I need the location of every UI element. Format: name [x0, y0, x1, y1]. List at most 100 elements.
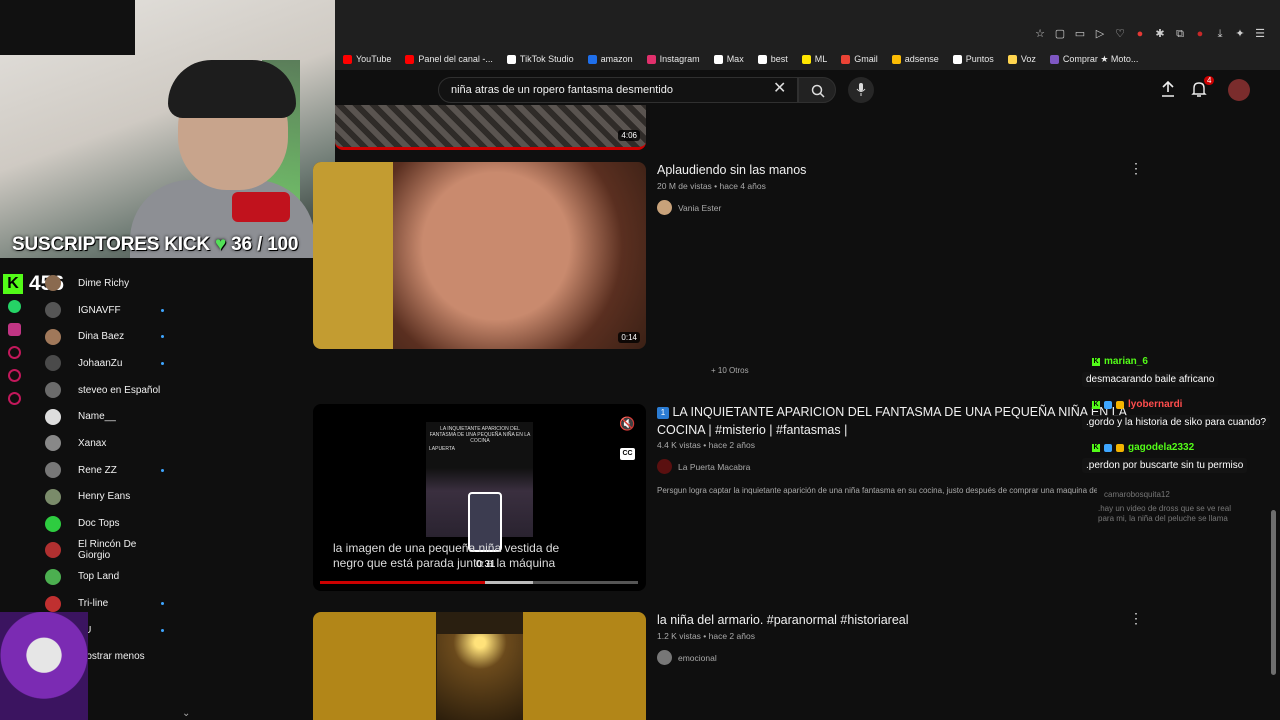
puzzle-icon[interactable]: ⧉: [1174, 28, 1186, 40]
chat-faded-message: .hay un video de dross que se ve real pa…: [1098, 504, 1231, 523]
search-button[interactable]: [798, 77, 836, 103]
bookmark-label: Voz: [1020, 54, 1036, 64]
video-thumbnail-3[interactable]: [313, 612, 646, 720]
account-avatar[interactable]: [1228, 79, 1250, 101]
more-options-icon[interactable]: ⋮: [1129, 160, 1143, 177]
page-scrollbar[interactable]: [1271, 510, 1276, 675]
screenshot-icon[interactable]: ▢: [1054, 28, 1066, 40]
bookmark-item[interactable]: Puntos: [952, 54, 994, 64]
bookmark-item[interactable]: amazon: [587, 54, 633, 64]
bookmark-item[interactable]: best: [757, 54, 788, 64]
bookmark-item[interactable]: YouTube: [343, 54, 391, 64]
sidebar-subscription-item[interactable]: Rene ZZ: [45, 457, 170, 484]
sidebar-subscription-item[interactable]: JohaanZu: [45, 350, 170, 377]
channel-avatar: [657, 459, 672, 474]
sidebar-social-icons: [8, 300, 21, 405]
profile-avatar-icon[interactable]: ●: [1194, 28, 1206, 40]
video-title[interactable]: 1 LA INQUIETANTE APARICION DEL FANTASMA …: [657, 405, 1127, 419]
sidebar-subscription-item[interactable]: Name__: [45, 403, 170, 430]
channel-name: Vania Ester: [678, 202, 722, 213]
bookmark-item[interactable]: Comprar ★ Moto...: [1049, 53, 1139, 65]
channel-link[interactable]: emocional: [657, 650, 717, 665]
subscription-name: Rene ZZ: [78, 464, 117, 476]
sidebar-subscription-item[interactable]: Dina Baez: [45, 323, 170, 350]
channel-link[interactable]: Vania Ester: [657, 200, 721, 215]
more-results-label[interactable]: + 10 Otros: [711, 366, 749, 375]
bookmark-item[interactable]: Panel del canal -...: [405, 54, 493, 64]
bookmark-label: Comprar ★ Moto...: [1062, 53, 1139, 64]
mute-icon[interactable]: 🔇: [619, 416, 635, 432]
clips-icon[interactable]: [8, 369, 21, 382]
microphone-icon: [856, 83, 866, 96]
more-options-icon[interactable]: ⋮: [1129, 610, 1143, 627]
voice-search-button[interactable]: [848, 77, 874, 103]
sidebar-subscription-item[interactable]: IGNAVFF: [45, 297, 170, 324]
bookmark-label: Panel del canal -...: [418, 54, 493, 64]
extension-red-icon[interactable]: ●: [1134, 28, 1146, 40]
channel-avatar: [45, 275, 61, 292]
video-title-line-1: LA INQUIETANTE APARICION DEL FANTASMA DE…: [672, 405, 1128, 419]
subscription-name: Top Land: [78, 571, 120, 583]
subscription-name: IGNAVFF: [78, 304, 121, 316]
subscription-name: Henry Eans: [78, 491, 131, 503]
sidebar-subscription-item[interactable]: Henry Eans: [45, 484, 170, 511]
video-meta: 4.4 K vistas • hace 2 años: [657, 440, 755, 450]
chevron-down-icon[interactable]: ⌄: [182, 708, 190, 719]
play-icon[interactable]: ▷: [1094, 28, 1106, 40]
channel-name: emocional: [678, 652, 717, 663]
preview-title-text: LA INQUIETANTE APARICION DEL FANTASMA DE…: [429, 426, 531, 452]
sidebar-subscription-item[interactable]: El Rincón De Giorgio: [45, 537, 170, 564]
subscription-name: Dina Baez: [78, 331, 125, 343]
new-content-dot: [161, 362, 164, 366]
whatsapp-icon[interactable]: [8, 300, 21, 313]
bookmark-item[interactable]: Voz: [1007, 54, 1036, 64]
new-content-dot: [161, 308, 164, 312]
bookmark-label: amazon: [600, 54, 633, 64]
bookmark-star-icon[interactable]: ☆: [1034, 28, 1046, 40]
sidebar-subscription-item[interactable]: steveo en Español: [45, 377, 170, 404]
bookmark-favicon-icon: [757, 54, 767, 64]
video-thumbnail-previous[interactable]: 4:06: [335, 105, 646, 150]
instagram-icon[interactable]: [8, 323, 21, 336]
progress-played: [320, 581, 486, 584]
settings-icon[interactable]: [8, 392, 21, 405]
preview-title-line: LA INQUIETANTE APARICION DEL FANTASMA DE…: [429, 426, 531, 444]
search-input[interactable]: niña atras de un ropero fantasma desment…: [438, 77, 798, 103]
preview-progress-bar[interactable]: [320, 581, 638, 584]
history-icon[interactable]: [8, 346, 21, 359]
extension-gear-icon[interactable]: ✱: [1154, 28, 1166, 40]
youtube-header: niña atras de un ropero fantasma desment…: [335, 70, 1280, 110]
download-icon[interactable]: ⤓: [1214, 28, 1226, 40]
channel-name: La Puerta Macabra: [678, 461, 751, 472]
bookmark-label: Gmail: [854, 54, 878, 64]
sidebar-subscription-item[interactable]: Dime Richy: [45, 270, 170, 297]
video-title-line-2[interactable]: COCINA | #misterio | #fantasmas |: [657, 423, 847, 437]
bookmark-item[interactable]: Max: [713, 54, 744, 64]
tab-icon[interactable]: ▭: [1074, 28, 1086, 40]
bookmark-item[interactable]: TikTok Studio: [506, 54, 574, 64]
bookmark-item[interactable]: Gmail: [841, 54, 878, 64]
ai-icon[interactable]: ✦: [1234, 28, 1246, 40]
sidebar-subscription-item[interactable]: Xanax: [45, 430, 170, 457]
captions-button[interactable]: CC: [620, 448, 635, 460]
bookmark-item[interactable]: Instagram: [646, 54, 700, 64]
bookmark-item[interactable]: ML: [801, 54, 827, 64]
bookmark-label: YouTube: [356, 54, 392, 64]
video-title[interactable]: la niña del armario. #paranormal #histor…: [657, 613, 909, 627]
heart-icon[interactable]: ♡: [1114, 28, 1126, 40]
new-content-dot: [161, 468, 164, 472]
sidebar-subscription-item[interactable]: Top Land: [45, 564, 170, 591]
channel-link[interactable]: La Puerta Macabra: [657, 459, 750, 474]
chat-username: Kmarian_6: [1092, 356, 1148, 367]
menu-icon[interactable]: ☰: [1254, 28, 1266, 40]
bookmark-favicon-icon: [713, 54, 723, 64]
channel-avatar: [45, 408, 61, 425]
video-title[interactable]: Aplaudiendo sin las manos: [657, 163, 806, 177]
sidebar-subscription-item[interactable]: Doc Tops: [45, 510, 170, 537]
clear-search-icon[interactable]: ✕: [773, 78, 786, 98]
video-thumbnail-1[interactable]: 0:14: [313, 162, 646, 349]
upload-icon[interactable]: [1160, 80, 1176, 98]
video-duration: 4:06: [618, 130, 640, 141]
bookmark-item[interactable]: adsense: [891, 54, 939, 64]
video-thumbnail-2-preview[interactable]: LA INQUIETANTE APARICION DEL FANTASMA DE…: [313, 404, 646, 591]
